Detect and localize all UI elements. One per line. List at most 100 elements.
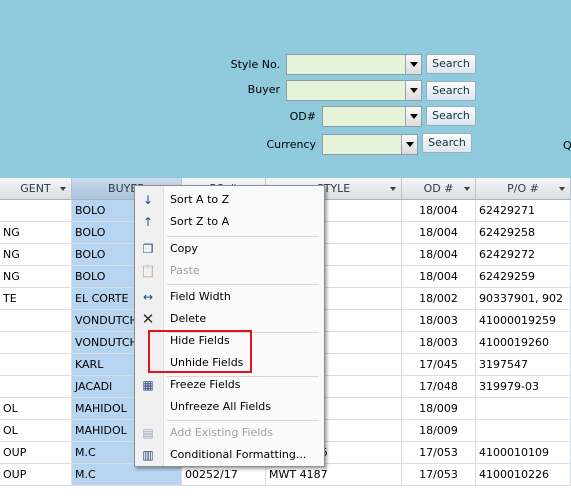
sort-descending-icon: ↑ — [142, 215, 154, 229]
cell-buyer[interactable]: M.C — [72, 464, 182, 486]
cell-od[interactable]: 18/009 — [402, 420, 476, 442]
cell-od[interactable]: 18/003 — [402, 310, 476, 332]
cell-od[interactable]: 17/053 — [402, 464, 476, 486]
column-header-od[interactable]: OD # — [402, 178, 476, 200]
menu-item-paste[interactable]: 📋 Paste — [137, 260, 322, 282]
cell-pono[interactable]: 4100010109 — [476, 442, 571, 464]
cell-od[interactable]: 18/009 — [402, 398, 476, 420]
cell-od[interactable]: 18/004 — [402, 266, 476, 288]
cell-pono[interactable]: 62429272 — [476, 244, 571, 266]
style-no-label: Style No. — [230, 58, 280, 71]
od-label: OD# — [289, 110, 316, 123]
menu-item-sort-z-to-a[interactable]: ↑ Sort Z to A — [137, 211, 322, 233]
od-combobox[interactable] — [322, 106, 422, 127]
cell-od[interactable]: 18/004 — [402, 244, 476, 266]
paste-icon: 📋 — [140, 264, 156, 278]
buyer-label: Buyer — [247, 83, 280, 96]
cell-od[interactable]: 18/003 — [402, 332, 476, 354]
currency-search-button[interactable]: Search — [422, 133, 472, 153]
od-search-button[interactable]: Search — [426, 106, 476, 126]
menu-item-label: Paste — [170, 264, 200, 277]
currency-label: Currency — [266, 138, 316, 151]
cell-pono[interactable] — [476, 420, 571, 442]
cell-agent[interactable]: NG — [0, 244, 72, 266]
cell-od[interactable]: 18/002 — [402, 288, 476, 310]
delete-icon: ✕ — [141, 310, 155, 328]
filter-panel: Style No. Search Buyer Search OD# Search… — [0, 0, 571, 178]
cell-agent[interactable] — [0, 310, 72, 332]
dropdown-arrow-icon[interactable] — [464, 187, 470, 191]
header-label: OD # — [423, 182, 454, 195]
cell-pono[interactable]: 62429259 — [476, 266, 571, 288]
cell-agent[interactable]: OUP — [0, 464, 72, 486]
menu-item-conditional-formatting[interactable]: ▥ Conditional Formatting... — [137, 444, 322, 466]
menu-item-label: Add Existing Fields — [170, 426, 273, 439]
cell-agent[interactable]: NG — [0, 266, 72, 288]
cell-pono[interactable] — [476, 398, 571, 420]
sort-ascending-icon: ↓ — [142, 193, 154, 207]
menu-item-add-existing-fields[interactable]: ▤ Add Existing Fields — [137, 422, 322, 444]
cell-po[interactable]: 00252/17 — [182, 464, 266, 486]
chevron-down-icon[interactable] — [405, 107, 421, 126]
menu-item-unfreeze-all-fields[interactable]: Unfreeze All Fields — [137, 396, 322, 418]
dropdown-arrow-icon[interactable] — [390, 187, 396, 191]
style-no-combobox[interactable] — [286, 54, 422, 75]
cell-agent[interactable]: NG — [0, 222, 72, 244]
cell-pono[interactable]: 3197547 — [476, 354, 571, 376]
buyer-search-button[interactable]: Search — [426, 81, 476, 101]
highlight-box — [148, 330, 252, 373]
cell-agent[interactable]: OUP — [0, 442, 72, 464]
chevron-down-icon[interactable] — [405, 81, 421, 100]
buyer-combobox[interactable] — [286, 80, 422, 101]
chevron-down-icon[interactable] — [401, 135, 417, 154]
style-search-button[interactable]: Search — [426, 54, 476, 74]
menu-separator — [167, 284, 319, 285]
currency-combobox[interactable] — [322, 134, 418, 155]
menu-item-sort-a-to-z[interactable]: ↓ Sort A to Z — [137, 189, 322, 211]
copy-icon: ❐ — [142, 242, 154, 256]
menu-item-copy[interactable]: ❐ Copy — [137, 238, 322, 260]
cell-pono[interactable]: 62429258 — [476, 222, 571, 244]
cell-pono[interactable]: 62429271 — [476, 200, 571, 222]
menu-item-freeze-fields[interactable]: ▦ Freeze Fields — [137, 374, 322, 396]
cell-pono[interactable]: 319979-03 — [476, 376, 571, 398]
menu-item-label: Sort A to Z — [170, 193, 230, 206]
cell-agent[interactable] — [0, 354, 72, 376]
truncated-label: Q — [563, 139, 571, 152]
cell-agent[interactable]: TE — [0, 288, 72, 310]
freeze-grid-icon: ▦ — [142, 378, 154, 392]
chevron-down-icon[interactable] — [405, 55, 421, 74]
cell-style[interactable]: MWT 4187 — [266, 464, 402, 486]
header-label: P/O # — [507, 182, 539, 195]
cell-agent[interactable]: OL — [0, 420, 72, 442]
menu-item-label: Sort Z to A — [170, 215, 230, 228]
dropdown-arrow-icon[interactable] — [60, 187, 66, 191]
menu-item-field-width[interactable]: ↔ Field Width — [137, 286, 322, 308]
cell-pono[interactable]: 41000019259 — [476, 310, 571, 332]
cell-agent[interactable] — [0, 332, 72, 354]
cell-agent[interactable] — [0, 376, 72, 398]
cell-od[interactable]: 17/048 — [402, 376, 476, 398]
menu-item-label: Delete — [170, 312, 207, 325]
menu-item-label: Freeze Fields — [170, 378, 241, 391]
cell-agent[interactable] — [0, 200, 72, 222]
cell-od[interactable]: 17/045 — [402, 354, 476, 376]
cell-od[interactable]: 18/004 — [402, 200, 476, 222]
menu-item-label: Unfreeze All Fields — [170, 400, 272, 413]
table-row[interactable]: OUP M.C 00252/17 MWT 4187 17/053 4100010226 — [0, 464, 571, 486]
cell-agent[interactable]: OL — [0, 398, 72, 420]
add-field-icon: ▤ — [142, 426, 154, 440]
menu-item-label: Field Width — [170, 290, 231, 303]
menu-item-delete[interactable]: ✕ Delete — [137, 308, 322, 330]
menu-separator — [167, 236, 319, 237]
column-header-agent[interactable]: GENT — [0, 178, 72, 200]
menu-item-label: Conditional Formatting... — [170, 448, 307, 461]
cell-od[interactable]: 18/004 — [402, 222, 476, 244]
cell-pono[interactable]: 4100010226 — [476, 464, 571, 486]
cell-pono[interactable]: 90337901, 902 — [476, 288, 571, 310]
column-header-pono[interactable]: P/O # — [476, 178, 571, 200]
menu-item-label: Copy — [170, 242, 198, 255]
cell-od[interactable]: 17/053 — [402, 442, 476, 464]
cell-pono[interactable]: 4100019260 — [476, 332, 571, 354]
dropdown-arrow-icon[interactable] — [559, 187, 565, 191]
